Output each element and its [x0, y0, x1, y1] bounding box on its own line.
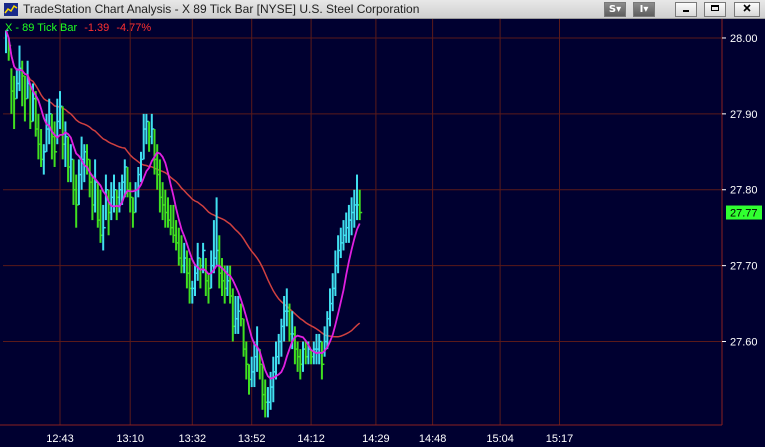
- tradestation-app-icon: [4, 3, 18, 16]
- chevron-down-icon: ▾: [616, 4, 622, 15]
- legend-symbol: X - 89 Tick Bar: [5, 22, 78, 34]
- s-button-label: S: [608, 4, 617, 15]
- time-axis-label: 14:29: [362, 433, 390, 445]
- time-axis-label: 14:48: [419, 433, 447, 445]
- s-dropdown-button[interactable]: S▾: [604, 2, 626, 17]
- slow-moving-average-line: [5, 30, 361, 338]
- legend-pct-change: -4.77%: [116, 22, 152, 34]
- close-button[interactable]: [734, 2, 760, 17]
- fast-moving-average-line: [5, 30, 361, 380]
- price-axis-label: 27.70: [730, 261, 758, 273]
- minimize-icon: [683, 10, 689, 12]
- close-icon: [743, 4, 751, 12]
- price-chart[interactable]: 28.00 27.90 27.80 27.70 27.60 27.77 12:43 13:10…: [0, 19, 765, 447]
- price-axis-label: 27.60: [730, 337, 758, 349]
- time-axis-label: 14:12: [297, 433, 325, 445]
- chart-canvas[interactable]: 28.00 27.90 27.80 27.70 27.60 27.77 12:43 13:10…: [0, 19, 765, 447]
- legend-net-change: -1.39: [84, 22, 110, 34]
- minimize-button[interactable]: [675, 2, 697, 17]
- time-axis-label: 15:04: [486, 433, 514, 445]
- chart-legend: X - 89 Tick Bar -1.39 -4.77%: [5, 22, 151, 34]
- price-axis-label: 28.00: [730, 33, 758, 45]
- time-axis-label: 13:52: [238, 433, 266, 445]
- time-axis-label: 15:17: [546, 433, 574, 445]
- chevron-down-icon: ▾: [643, 4, 649, 15]
- restore-icon: [711, 5, 719, 11]
- time-axis-label: 13:10: [116, 433, 144, 445]
- restore-button[interactable]: [704, 2, 726, 17]
- price-axis-label: 27.90: [730, 109, 758, 121]
- window-titlebar[interactable]: TradeStation Chart Analysis - X 89 Tick …: [0, 0, 765, 19]
- time-axis-label: 13:32: [179, 433, 207, 445]
- last-price-label: 27.77: [730, 208, 758, 220]
- window-title: TradeStation Chart Analysis - X 89 Tick …: [23, 2, 420, 16]
- time-axis-label: 12:43: [46, 433, 74, 445]
- i-dropdown-button[interactable]: I▾: [633, 2, 655, 17]
- price-axis-label: 27.80: [730, 185, 758, 197]
